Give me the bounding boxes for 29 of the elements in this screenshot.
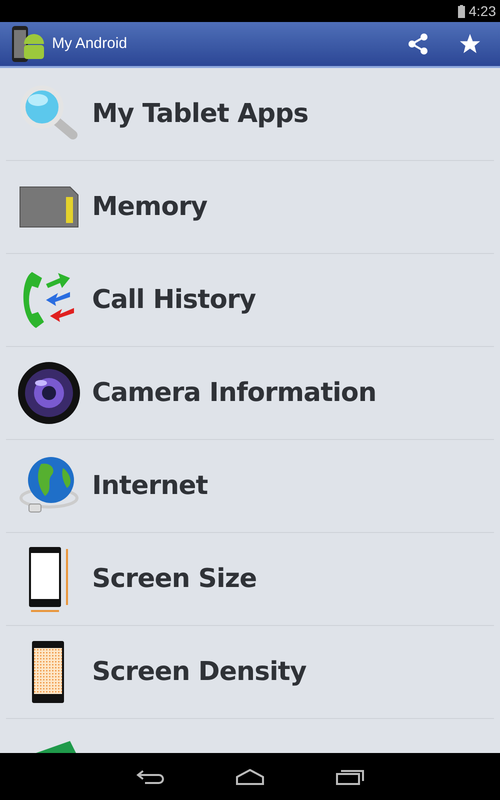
menu-item[interactable]: Camera Information bbox=[6, 347, 494, 440]
menu-item-label: My Tablet Apps bbox=[92, 98, 308, 130]
home-button[interactable] bbox=[235, 768, 265, 784]
recents-icon bbox=[335, 768, 365, 784]
battery-icon bbox=[458, 4, 465, 18]
camera-lens-icon bbox=[17, 361, 81, 425]
menu-item-label: Screen Size bbox=[92, 562, 257, 596]
star-icon bbox=[459, 33, 481, 55]
clock: 4:23 bbox=[468, 2, 496, 20]
phone-grid-icon bbox=[31, 640, 67, 704]
home-icon bbox=[235, 768, 265, 784]
menu-item[interactable]: My Tablet Apps bbox=[6, 68, 494, 161]
share-icon bbox=[407, 33, 429, 55]
phone-size-icon bbox=[27, 545, 71, 613]
menu-item[interactable]: Internet bbox=[6, 440, 494, 533]
menu-item-label: Internet bbox=[92, 470, 208, 502]
menu-item[interactable]: Memory bbox=[6, 161, 494, 254]
menu-item-label: Camera Information bbox=[92, 376, 376, 410]
app-title: My Android bbox=[52, 34, 128, 54]
back-icon bbox=[135, 768, 165, 784]
menu-item-label: Call History bbox=[92, 284, 256, 316]
menu-item[interactable]: Call History bbox=[6, 254, 494, 347]
menu-item[interactable]: Screen Density bbox=[6, 626, 494, 719]
menu-item-label: Memory bbox=[92, 190, 208, 224]
menu-item[interactable]: Screen Size bbox=[6, 533, 494, 626]
memory-card-icon bbox=[18, 185, 80, 229]
recents-button[interactable] bbox=[335, 768, 365, 784]
menu-item-label: Screen Density bbox=[92, 656, 306, 688]
back-button[interactable] bbox=[135, 768, 165, 784]
